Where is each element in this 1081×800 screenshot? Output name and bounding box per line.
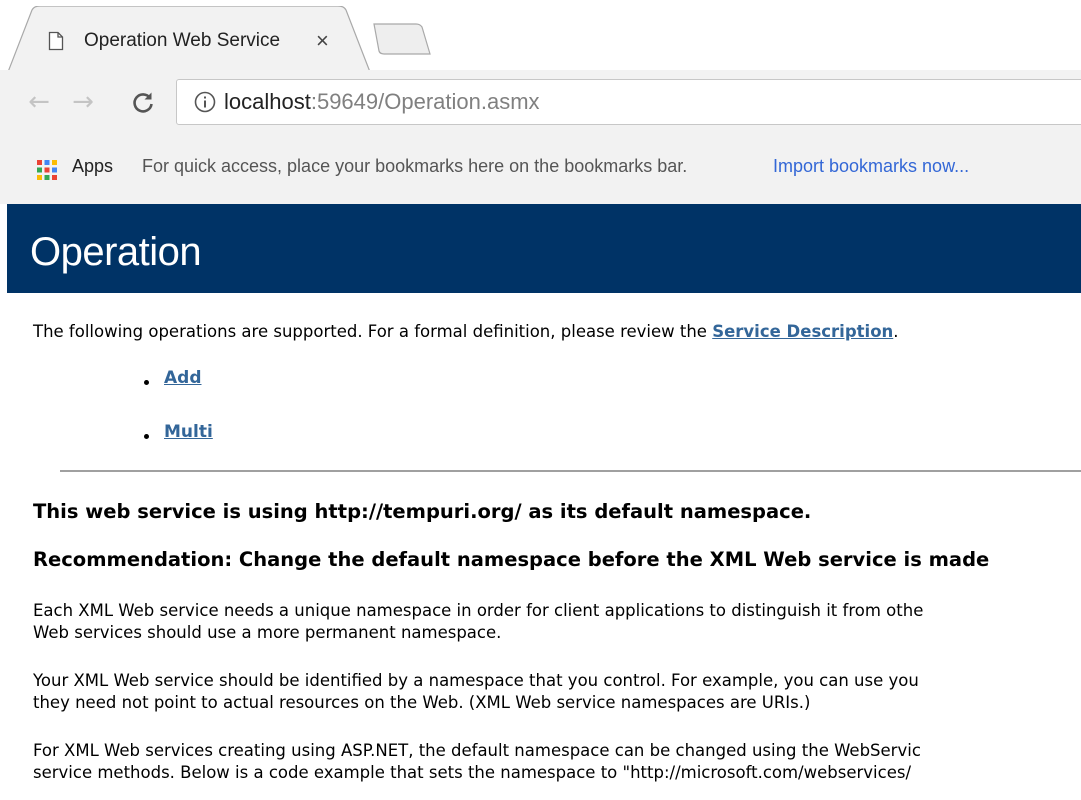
back-arrow-icon[interactable]: ← <box>22 82 56 122</box>
forward-arrow-icon[interactable]: → <box>66 82 100 122</box>
divider <box>60 470 1081 472</box>
paragraph-line: Your XML Web service should be identifie… <box>33 671 919 690</box>
tab-title: Operation Web Service <box>84 30 281 51</box>
paragraph-line: service methods. Below is a code example… <box>33 763 911 782</box>
new-tab-button[interactable] <box>372 22 432 56</box>
bookmarks-hint: For quick access, place your bookmarks h… <box>142 156 688 176</box>
close-icon[interactable]: × <box>316 28 329 54</box>
page-title: Operation <box>30 230 202 274</box>
url-path: :59649/Operation.asmx <box>310 89 540 114</box>
paragraph-line: Web services should use a more permanent… <box>33 623 502 642</box>
paragraph-line: For XML Web services creating using ASP.… <box>33 741 921 760</box>
intro-lead: The following operations are supported. … <box>33 322 713 341</box>
paragraph-aspnet: For XML Web services creating using ASP.… <box>33 740 921 784</box>
namespace-heading: This web service is using http://tempuri… <box>33 500 812 523</box>
paragraph-unique-namespace: Each XML Web service needs a unique name… <box>33 600 923 644</box>
reload-icon[interactable] <box>126 82 160 122</box>
operation-link-add[interactable]: Add <box>164 368 202 388</box>
service-description-link[interactable]: Service Description <box>712 322 893 341</box>
intro-end: . <box>893 322 899 341</box>
paragraph-line: Each XML Web service needs a unique name… <box>33 601 924 620</box>
page-icon <box>48 31 64 51</box>
url-host: localhost <box>224 89 311 114</box>
recommendation-heading: Recommendation: Change the default names… <box>33 548 990 571</box>
paragraph-line: they need not point to actual resources … <box>33 693 811 712</box>
bullet-icon <box>144 434 149 439</box>
bullet-icon <box>144 380 149 385</box>
info-icon[interactable] <box>194 91 216 113</box>
url-text[interactable]: localhost:59649/Operation.asmx <box>224 88 540 116</box>
operation-link-multi[interactable]: Multi <box>164 422 213 442</box>
apps-label[interactable]: Apps <box>72 156 113 177</box>
intro-text: The following operations are supported. … <box>33 322 899 341</box>
reload-glyph <box>133 92 153 113</box>
paragraph-namespace-control: Your XML Web service should be identifie… <box>33 670 919 714</box>
apps-grid-icon[interactable] <box>36 159 58 181</box>
import-bookmarks-link[interactable]: Import bookmarks now... <box>773 156 969 177</box>
tab-content[interactable]: Operation Web Service × <box>48 26 329 56</box>
